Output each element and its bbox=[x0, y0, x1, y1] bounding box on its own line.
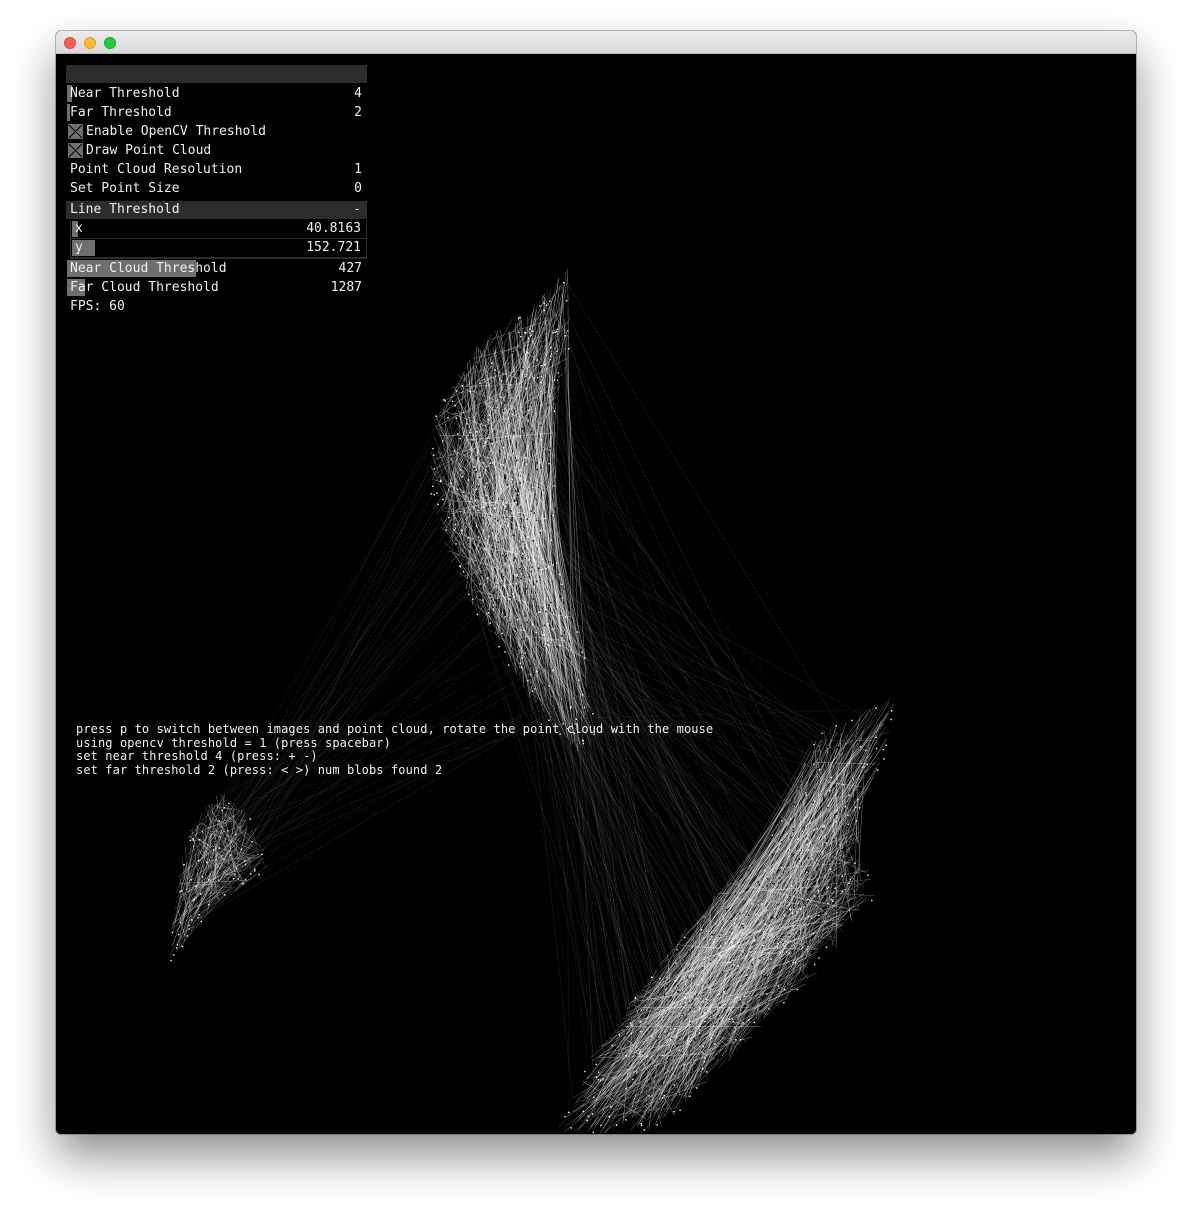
check-x-icon bbox=[68, 143, 83, 158]
app-window: parameters ⟳ ▣ Near Threshold 4 Far Thre… bbox=[56, 31, 1136, 1134]
line-threshold-x-slider[interactable]: x 40.8163 bbox=[71, 220, 366, 239]
near-cloud-threshold-label: Near Cloud Threshold bbox=[70, 261, 227, 276]
set-point-size-label: Set Point Size bbox=[70, 181, 180, 196]
zoom-button[interactable] bbox=[104, 37, 116, 49]
far-threshold-value: 2 bbox=[354, 105, 362, 120]
enable-opencv-toggle[interactable]: Enable OpenCV Threshold bbox=[66, 122, 367, 141]
point-cloud-resolution-slider[interactable]: Point Cloud Resolution 1 bbox=[66, 160, 367, 179]
far-cloud-threshold-value: 1287 bbox=[330, 280, 362, 295]
far-cloud-threshold-label: Far Cloud Threshold bbox=[70, 280, 219, 295]
line-threshold-y-label: y bbox=[75, 240, 83, 255]
line-threshold-x-value: 40.8163 bbox=[306, 221, 361, 236]
check-x-icon bbox=[68, 124, 83, 139]
line-threshold-label: Line Threshold bbox=[70, 202, 180, 217]
help-text: press p to switch between images and poi… bbox=[76, 722, 714, 777]
draw-point-cloud-label: Draw Point Cloud bbox=[86, 143, 212, 158]
far-cloud-threshold-slider[interactable]: Far Cloud Threshold 1287 bbox=[66, 278, 367, 297]
near-cloud-threshold-value: 427 bbox=[338, 261, 362, 276]
help-line-2: using opencv threshold = 1 (press spaceb… bbox=[76, 735, 391, 750]
cloud-lines bbox=[169, 268, 895, 1134]
near-threshold-label: Near Threshold bbox=[70, 86, 180, 101]
minimize-button[interactable] bbox=[84, 37, 96, 49]
point-cloud-resolution-label: Point Cloud Resolution bbox=[70, 162, 243, 177]
line-threshold-group: x 40.8163 y 152.721 bbox=[70, 220, 367, 259]
draw-point-cloud-toggle[interactable]: Draw Point Cloud bbox=[66, 141, 367, 160]
point-cloud-canvas[interactable]: parameters ⟳ ▣ Near Threshold 4 Far Thre… bbox=[56, 54, 1136, 1134]
close-button[interactable] bbox=[64, 37, 76, 49]
point-cloud-resolution-value: 1 bbox=[354, 162, 362, 177]
set-point-size-value: 0 bbox=[354, 181, 362, 196]
help-line-4: set far threshold 2 (press: < >) num blo… bbox=[76, 762, 443, 777]
near-threshold-slider[interactable]: Near Threshold 4 bbox=[66, 84, 367, 103]
help-line-3: set near threshold 4 (press: + -) bbox=[76, 749, 318, 763]
near-threshold-value: 4 bbox=[354, 86, 362, 101]
fps-label: FPS: 60 bbox=[70, 299, 125, 314]
line-threshold-x-label: x bbox=[75, 221, 83, 236]
line-threshold-group-header[interactable]: Line Threshold - bbox=[66, 201, 367, 220]
parameters-panel[interactable]: parameters ⟳ ▣ Near Threshold 4 Far Thre… bbox=[66, 65, 367, 316]
draw-point-cloud-checkbox[interactable] bbox=[68, 143, 83, 158]
enable-opencv-checkbox[interactable] bbox=[68, 124, 83, 139]
enable-opencv-label: Enable OpenCV Threshold bbox=[86, 124, 267, 139]
far-threshold-slider[interactable]: Far Threshold 2 bbox=[66, 103, 367, 122]
panel-header[interactable]: parameters ⟳ ▣ bbox=[66, 65, 367, 116]
near-cloud-threshold-slider[interactable]: Near Cloud Threshold 427 bbox=[66, 259, 367, 278]
set-point-size-slider[interactable]: Set Point Size 0 bbox=[66, 179, 367, 198]
far-threshold-label: Far Threshold bbox=[70, 105, 172, 120]
title-bar[interactable] bbox=[56, 31, 1136, 54]
help-line-1: press p to switch between images and poi… bbox=[76, 722, 714, 736]
line-threshold-y-slider[interactable]: y 152.721 bbox=[71, 239, 366, 258]
collapse-button[interactable]: - bbox=[353, 201, 361, 219]
fps-readout: FPS: 60 bbox=[66, 297, 367, 316]
line-threshold-y-value: 152.721 bbox=[306, 240, 361, 255]
